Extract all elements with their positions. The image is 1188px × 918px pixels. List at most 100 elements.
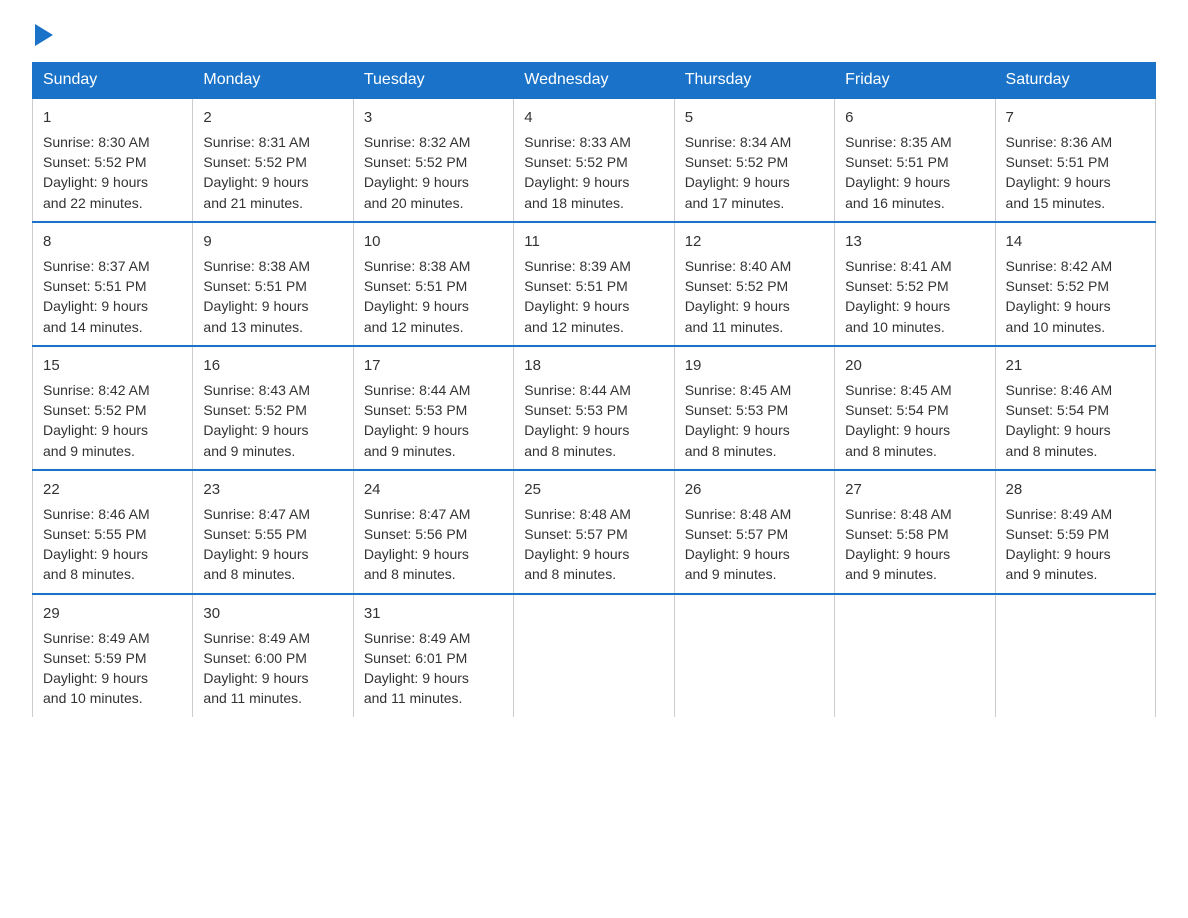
calendar-cell: 27Sunrise: 8:48 AMSunset: 5:58 PMDayligh… [835, 470, 995, 594]
sunrise-text: Sunrise: 8:35 AM [845, 134, 952, 150]
calendar-cell: 25Sunrise: 8:48 AMSunset: 5:57 PMDayligh… [514, 470, 674, 594]
calendar-cell: 28Sunrise: 8:49 AMSunset: 5:59 PMDayligh… [995, 470, 1155, 594]
sunset-text: Sunset: 5:53 PM [364, 402, 468, 418]
daylight-text: Daylight: 9 hoursand 22 minutes. [43, 174, 148, 210]
sunset-text: Sunset: 5:57 PM [685, 526, 789, 542]
sunrise-text: Sunrise: 8:44 AM [524, 382, 631, 398]
sunrise-text: Sunrise: 8:40 AM [685, 258, 792, 274]
sunset-text: Sunset: 6:00 PM [203, 650, 307, 666]
calendar-week-4: 22Sunrise: 8:46 AMSunset: 5:55 PMDayligh… [33, 470, 1156, 594]
calendar-cell [514, 594, 674, 717]
calendar-week-5: 29Sunrise: 8:49 AMSunset: 5:59 PMDayligh… [33, 594, 1156, 717]
header-friday: Friday [835, 63, 995, 99]
daylight-text: Daylight: 9 hoursand 12 minutes. [524, 298, 629, 334]
sunrise-text: Sunrise: 8:30 AM [43, 134, 150, 150]
calendar-cell: 2Sunrise: 8:31 AMSunset: 5:52 PMDaylight… [193, 98, 353, 222]
day-number: 6 [845, 107, 984, 129]
sunrise-text: Sunrise: 8:49 AM [1006, 506, 1113, 522]
calendar-cell: 30Sunrise: 8:49 AMSunset: 6:00 PMDayligh… [193, 594, 353, 717]
calendar-cell: 20Sunrise: 8:45 AMSunset: 5:54 PMDayligh… [835, 346, 995, 470]
day-number: 2 [203, 107, 342, 129]
sunset-text: Sunset: 5:55 PM [203, 526, 307, 542]
daylight-text: Daylight: 9 hoursand 8 minutes. [524, 546, 629, 582]
daylight-text: Daylight: 9 hoursand 12 minutes. [364, 298, 469, 334]
sunrise-text: Sunrise: 8:32 AM [364, 134, 471, 150]
sunrise-text: Sunrise: 8:36 AM [1006, 134, 1113, 150]
day-number: 11 [524, 231, 663, 253]
sunset-text: Sunset: 5:54 PM [845, 402, 949, 418]
day-number: 5 [685, 107, 824, 129]
daylight-text: Daylight: 9 hoursand 15 minutes. [1006, 174, 1111, 210]
calendar-cell: 24Sunrise: 8:47 AMSunset: 5:56 PMDayligh… [353, 470, 513, 594]
sunrise-text: Sunrise: 8:45 AM [685, 382, 792, 398]
sunset-text: Sunset: 5:51 PM [1006, 154, 1110, 170]
sunrise-text: Sunrise: 8:46 AM [1006, 382, 1113, 398]
daylight-text: Daylight: 9 hoursand 9 minutes. [1006, 546, 1111, 582]
calendar-cell: 5Sunrise: 8:34 AMSunset: 5:52 PMDaylight… [674, 98, 834, 222]
calendar-week-3: 15Sunrise: 8:42 AMSunset: 5:52 PMDayligh… [33, 346, 1156, 470]
calendar-header-row: SundayMondayTuesdayWednesdayThursdayFrid… [33, 63, 1156, 99]
daylight-text: Daylight: 9 hoursand 10 minutes. [43, 670, 148, 706]
calendar-cell [674, 594, 834, 717]
sunset-text: Sunset: 5:52 PM [203, 154, 307, 170]
calendar-cell: 14Sunrise: 8:42 AMSunset: 5:52 PMDayligh… [995, 222, 1155, 346]
calendar-cell: 10Sunrise: 8:38 AMSunset: 5:51 PMDayligh… [353, 222, 513, 346]
sunrise-text: Sunrise: 8:38 AM [203, 258, 310, 274]
day-number: 10 [364, 231, 503, 253]
sunrise-text: Sunrise: 8:38 AM [364, 258, 471, 274]
calendar-cell: 9Sunrise: 8:38 AMSunset: 5:51 PMDaylight… [193, 222, 353, 346]
daylight-text: Daylight: 9 hoursand 9 minutes. [845, 546, 950, 582]
sunset-text: Sunset: 5:51 PM [524, 278, 628, 294]
day-number: 15 [43, 355, 182, 377]
calendar-cell: 4Sunrise: 8:33 AMSunset: 5:52 PMDaylight… [514, 98, 674, 222]
page-header [32, 24, 1156, 46]
day-number: 28 [1006, 479, 1145, 501]
sunrise-text: Sunrise: 8:48 AM [524, 506, 631, 522]
calendar-cell: 1Sunrise: 8:30 AMSunset: 5:52 PMDaylight… [33, 98, 193, 222]
day-number: 21 [1006, 355, 1145, 377]
daylight-text: Daylight: 9 hoursand 10 minutes. [1006, 298, 1111, 334]
calendar-cell: 29Sunrise: 8:49 AMSunset: 5:59 PMDayligh… [33, 594, 193, 717]
sunrise-text: Sunrise: 8:41 AM [845, 258, 952, 274]
sunrise-text: Sunrise: 8:34 AM [685, 134, 792, 150]
calendar-cell: 12Sunrise: 8:40 AMSunset: 5:52 PMDayligh… [674, 222, 834, 346]
sunset-text: Sunset: 5:52 PM [524, 154, 628, 170]
daylight-text: Daylight: 9 hoursand 9 minutes. [364, 422, 469, 458]
sunset-text: Sunset: 5:52 PM [685, 154, 789, 170]
header-thursday: Thursday [674, 63, 834, 99]
day-number: 7 [1006, 107, 1145, 129]
day-number: 29 [43, 603, 182, 625]
sunset-text: Sunset: 5:51 PM [203, 278, 307, 294]
daylight-text: Daylight: 9 hoursand 10 minutes. [845, 298, 950, 334]
daylight-text: Daylight: 9 hoursand 8 minutes. [43, 546, 148, 582]
day-number: 23 [203, 479, 342, 501]
sunset-text: Sunset: 5:52 PM [1006, 278, 1110, 294]
day-number: 3 [364, 107, 503, 129]
sunrise-text: Sunrise: 8:47 AM [364, 506, 471, 522]
calendar-cell: 21Sunrise: 8:46 AMSunset: 5:54 PMDayligh… [995, 346, 1155, 470]
daylight-text: Daylight: 9 hoursand 8 minutes. [203, 546, 308, 582]
calendar-cell: 6Sunrise: 8:35 AMSunset: 5:51 PMDaylight… [835, 98, 995, 222]
calendar-cell [835, 594, 995, 717]
sunrise-text: Sunrise: 8:31 AM [203, 134, 310, 150]
sunrise-text: Sunrise: 8:49 AM [203, 630, 310, 646]
calendar-week-1: 1Sunrise: 8:30 AMSunset: 5:52 PMDaylight… [33, 98, 1156, 222]
calendar-cell: 16Sunrise: 8:43 AMSunset: 5:52 PMDayligh… [193, 346, 353, 470]
sunset-text: Sunset: 5:52 PM [203, 402, 307, 418]
sunset-text: Sunset: 5:51 PM [43, 278, 147, 294]
sunset-text: Sunset: 5:57 PM [524, 526, 628, 542]
daylight-text: Daylight: 9 hoursand 8 minutes. [1006, 422, 1111, 458]
sunrise-text: Sunrise: 8:49 AM [364, 630, 471, 646]
day-number: 20 [845, 355, 984, 377]
header-tuesday: Tuesday [353, 63, 513, 99]
daylight-text: Daylight: 9 hoursand 11 minutes. [364, 670, 469, 706]
logo [32, 24, 53, 46]
calendar-cell: 15Sunrise: 8:42 AMSunset: 5:52 PMDayligh… [33, 346, 193, 470]
day-number: 30 [203, 603, 342, 625]
day-number: 4 [524, 107, 663, 129]
sunset-text: Sunset: 5:52 PM [845, 278, 949, 294]
sunset-text: Sunset: 5:56 PM [364, 526, 468, 542]
sunset-text: Sunset: 5:52 PM [685, 278, 789, 294]
sunrise-text: Sunrise: 8:39 AM [524, 258, 631, 274]
daylight-text: Daylight: 9 hoursand 16 minutes. [845, 174, 950, 210]
